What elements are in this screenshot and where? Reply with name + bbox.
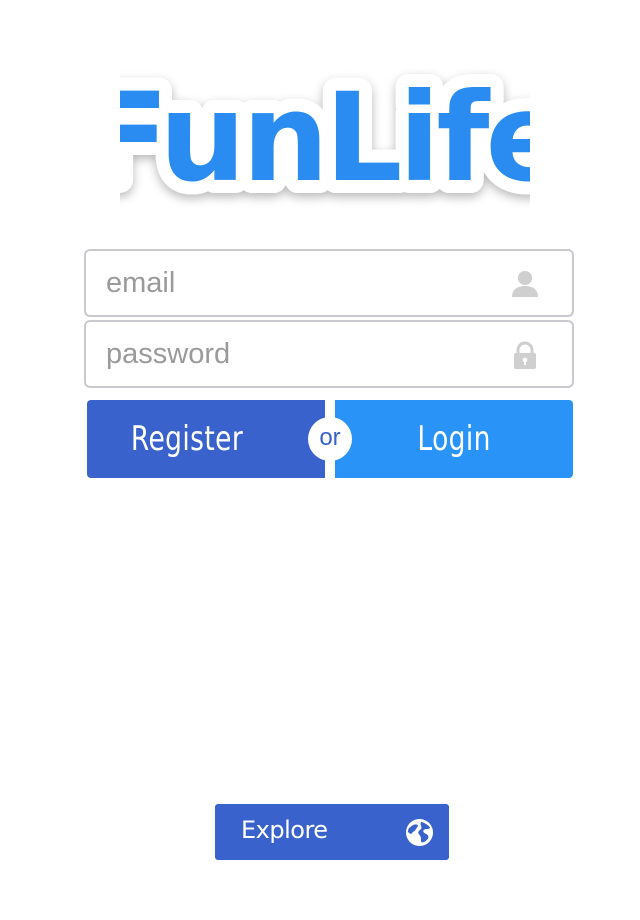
lock-icon xyxy=(514,341,536,369)
login-button-label: Login xyxy=(417,419,491,459)
app-logo: FunLife FunLife xyxy=(120,40,530,230)
register-button[interactable]: Register xyxy=(87,400,325,478)
password-field-container xyxy=(84,320,574,388)
user-icon xyxy=(512,271,538,297)
email-field-container xyxy=(84,249,574,317)
or-separator: or xyxy=(308,417,352,461)
login-button[interactable]: Login xyxy=(335,400,573,478)
password-input[interactable] xyxy=(106,322,486,386)
logo-text: FunLife xyxy=(120,67,530,209)
logo-svg: FunLife FunLife xyxy=(120,54,530,222)
globe-icon xyxy=(405,818,434,847)
email-input[interactable] xyxy=(106,251,486,315)
register-button-label: Register xyxy=(130,419,244,459)
explore-button-label: Explore xyxy=(241,816,328,844)
explore-button[interactable]: Explore xyxy=(215,804,449,860)
